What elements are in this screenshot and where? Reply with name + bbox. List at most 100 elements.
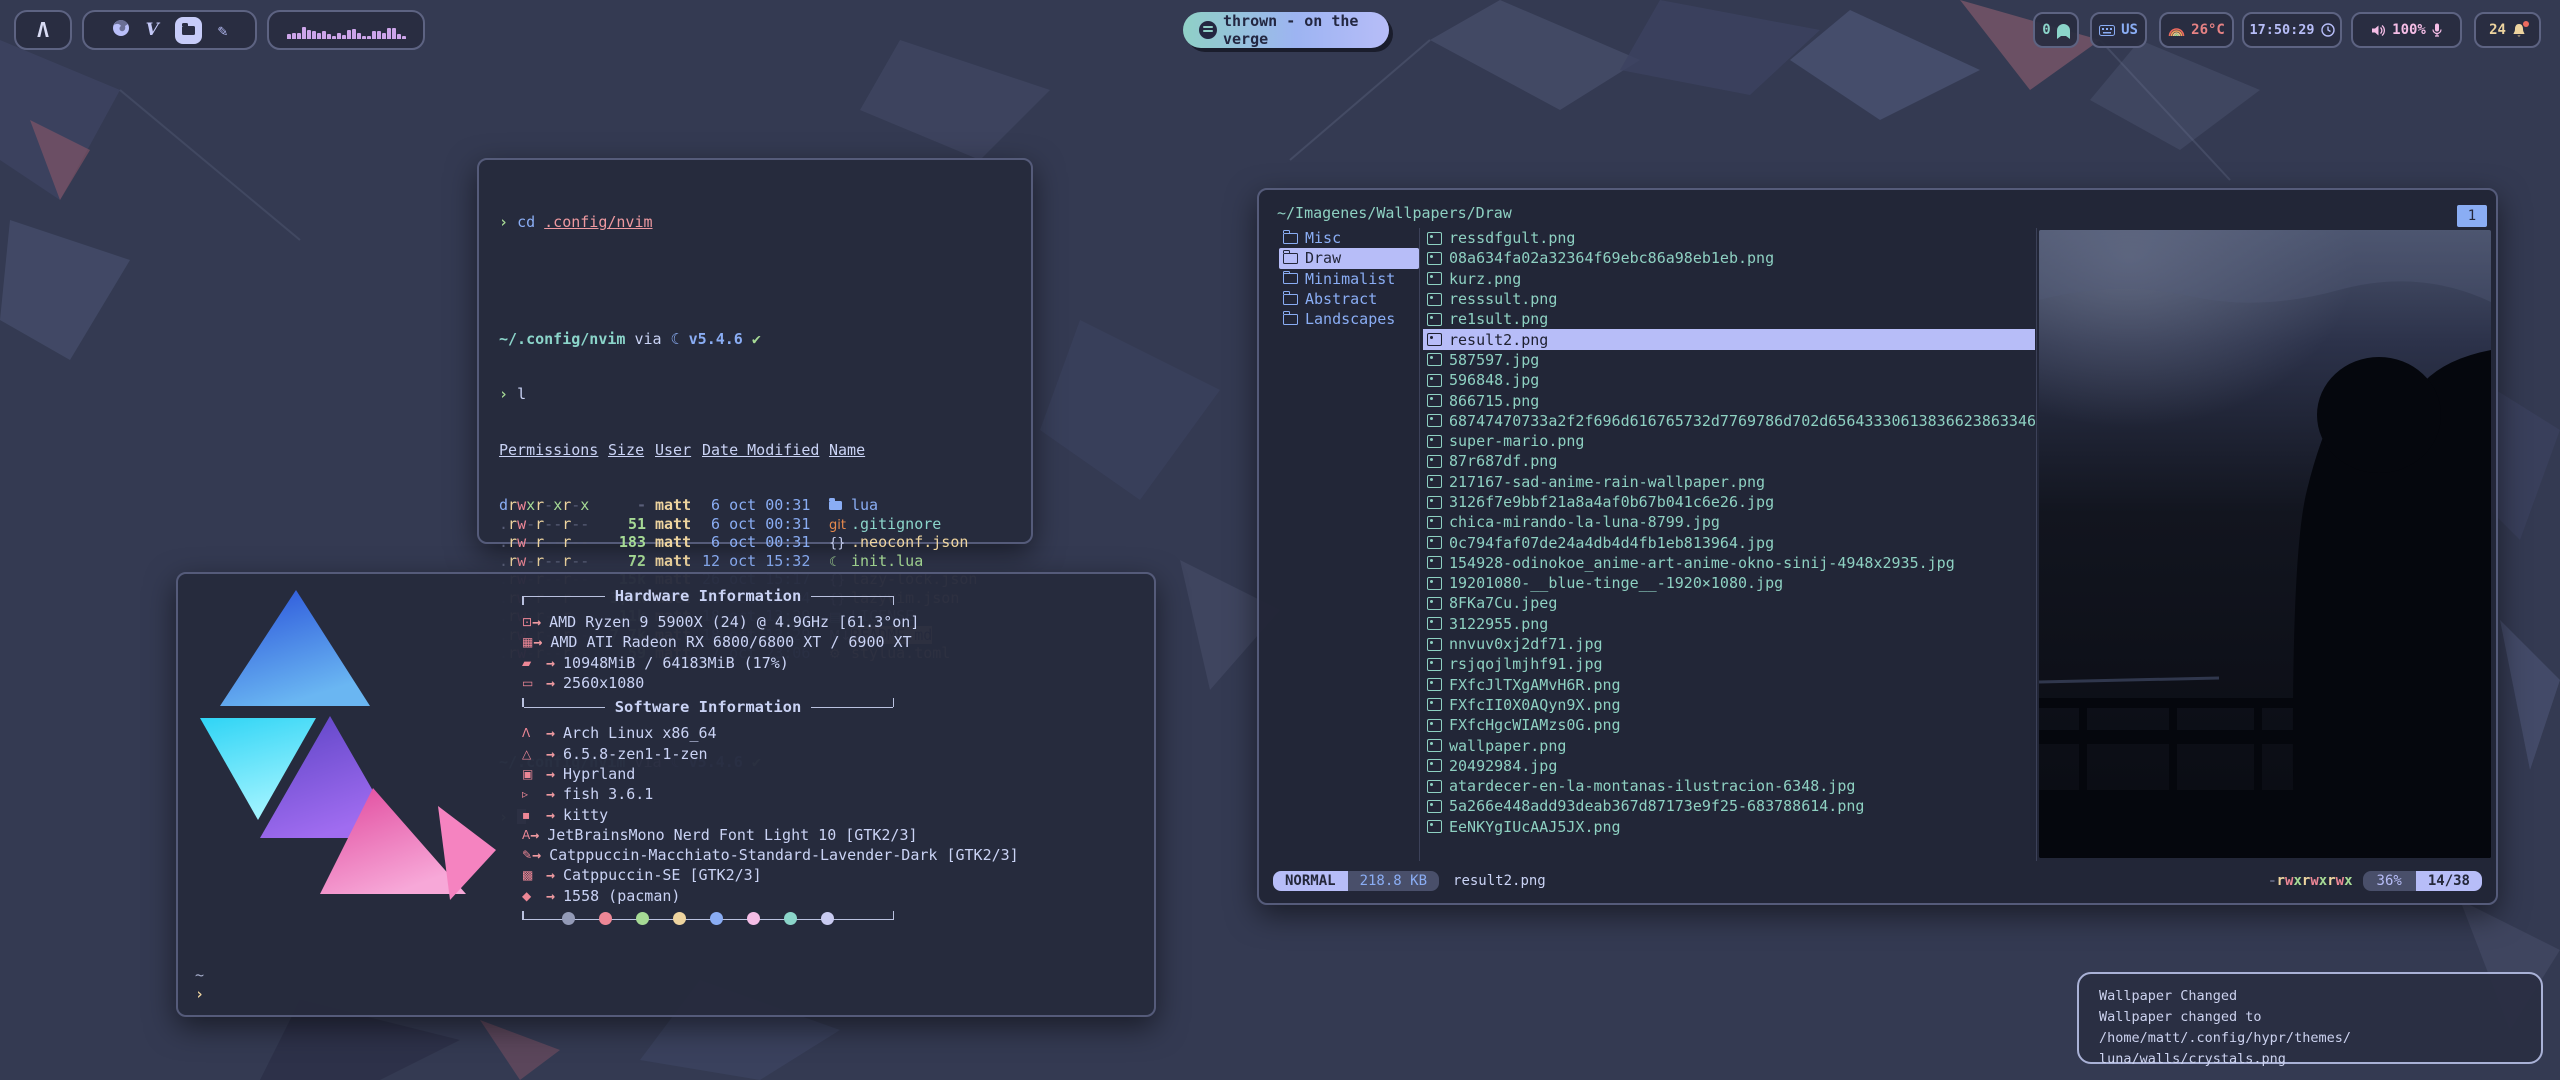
weather-widget[interactable]: 26°C xyxy=(2159,12,2234,48)
keyboard-layout-widget[interactable]: US xyxy=(2090,12,2147,48)
file-row[interactable]: ressdfgult.png xyxy=(1423,228,2035,248)
file-row[interactable]: 87r687df.png xyxy=(1423,451,2035,471)
file-row[interactable]: wallpaper.png xyxy=(1423,735,2035,755)
workspace-brush[interactable]: ✎ xyxy=(218,21,228,40)
app-launcher-button[interactable]: Λ xyxy=(14,10,72,50)
sidebar-item-minimalist[interactable]: Minimalist xyxy=(1279,269,1419,289)
palette-dot xyxy=(821,912,834,925)
file-row[interactable]: kurz.png xyxy=(1423,269,2035,289)
graph-bar xyxy=(342,35,346,39)
temperature-value: 26°C xyxy=(2191,22,2225,38)
image-file-icon xyxy=(1427,759,1442,772)
graph-bar xyxy=(292,33,296,39)
image-file-icon xyxy=(1427,638,1442,651)
clock-widget[interactable]: 17:50:29 xyxy=(2242,12,2342,48)
file-manager-window[interactable]: ~/Imagenes/Wallpapers/Draw 1 MiscDrawMin… xyxy=(1257,188,2498,905)
system-info-window[interactable]: Hardware Information ⊡→AMD Ryzen 9 5900X… xyxy=(176,572,1156,1017)
file-row[interactable]: 0c794faf07de24a4db4d4fb1eb813964.jpg xyxy=(1423,532,2035,552)
file-row[interactable]: FXfcII0X0AQyn9X.png xyxy=(1423,695,2035,715)
graph-bar xyxy=(322,31,326,39)
arrow-icon: → xyxy=(546,887,555,905)
file-row[interactable]: FXfcHgcWIAMzs0G.png xyxy=(1423,715,2035,735)
arrow-icon: → xyxy=(532,846,541,864)
graph-widget xyxy=(267,10,425,50)
file-row[interactable]: 3122955.png xyxy=(1423,614,2035,634)
graph-bar xyxy=(287,34,291,39)
file-row[interactable]: super-mario.png xyxy=(1423,431,2035,451)
arrow-icon: → xyxy=(532,613,541,631)
fetch-prompt[interactable]: ~ › xyxy=(195,966,204,1004)
file-row[interactable]: rsjqojlmjhf91.jpg xyxy=(1423,654,2035,674)
workspaces-widget: V ✎ xyxy=(82,10,257,50)
file-row[interactable]: resssult.png xyxy=(1423,289,2035,309)
sidebar-item-draw[interactable]: Draw xyxy=(1279,248,1419,268)
file-row[interactable]: re1sult.png xyxy=(1423,309,2035,329)
file-row[interactable]: 20492984.jpg xyxy=(1423,756,2035,776)
sidebar-item-abstract[interactable]: Abstract xyxy=(1279,289,1419,309)
terminal-window[interactable]: › cd .config/nvim ~/.config/nvim via ☾ v… xyxy=(477,158,1033,544)
notification-body-line: Wallpaper changed to /home/matt/.config/… xyxy=(2099,1007,2521,1049)
folder-icon xyxy=(182,26,195,35)
file-row[interactable]: 587597.jpg xyxy=(1423,350,2035,370)
file-row[interactable]: 3126f7e9bbf21a8a4af0b67b041c6e26.jpg xyxy=(1423,492,2035,512)
image-file-icon xyxy=(1427,719,1442,732)
image-file-icon xyxy=(1427,455,1442,468)
os-icon: Λ xyxy=(522,726,546,740)
bell-icon xyxy=(2512,23,2526,38)
file-row[interactable]: 8FKa7Cu.jpeg xyxy=(1423,593,2035,613)
fetch-info-row: △→6.5.8-zen1-1-zen xyxy=(522,743,894,763)
arrow-icon: → xyxy=(546,806,555,824)
volume-widget[interactable]: 100% xyxy=(2351,12,2462,48)
terminal-table-header: PermissionsSizeUserDate ModifiedName xyxy=(499,441,1011,460)
packages-icon: ◆ xyxy=(522,889,546,903)
now-playing-widget[interactable]: thrown - on the verge xyxy=(1183,12,1389,48)
file-row[interactable]: 19201080-__blue-tinge__-1920×1080.jpg xyxy=(1423,573,2035,593)
sidebar-item-misc[interactable]: Misc xyxy=(1279,228,1419,248)
image-file-icon xyxy=(1427,556,1442,569)
notification-toast[interactable]: Wallpaper Changed Wallpaper changed to /… xyxy=(2077,972,2543,1064)
notifications-widget[interactable]: 24 xyxy=(2474,12,2541,48)
file-row[interactable]: 596848.jpg xyxy=(1423,370,2035,390)
sidebar-item-landscapes[interactable]: Landscapes xyxy=(1279,309,1419,329)
image-file-icon xyxy=(1427,293,1442,306)
microphone-icon xyxy=(2432,23,2442,37)
graph-bar xyxy=(327,34,331,39)
image-file-icon xyxy=(1427,333,1442,346)
notifications-count: 24 xyxy=(2489,22,2506,38)
terminal-list-command: › l xyxy=(499,385,1011,404)
fetch-info-row: ▪→kitty xyxy=(522,804,894,824)
workspace-vim[interactable]: V xyxy=(146,20,159,40)
file-row[interactable]: 68747470733a2f2f696d616765732d7769786d70… xyxy=(1423,411,2035,431)
workspace-files-active[interactable] xyxy=(175,17,202,44)
graph-bar xyxy=(297,33,301,39)
file-row[interactable]: chica-mirando-la-luna-8799.jpg xyxy=(1423,512,2035,532)
tab-badge[interactable]: 1 xyxy=(2457,205,2487,227)
folder-icon xyxy=(1283,294,1298,305)
image-file-icon xyxy=(1427,597,1442,610)
file-row[interactable]: 154928-odinokoe_anime-art-anime-okno-sin… xyxy=(1423,553,2035,573)
fetch-info-row: ✎→Catppuccin-Macchiato-Standard-Lavender… xyxy=(522,845,894,865)
file-row[interactable]: FXfcJlTXgAMvH6R.png xyxy=(1423,675,2035,695)
file-row[interactable]: 5a266e448add93deab367d87173e9f25-6837886… xyxy=(1423,796,2035,816)
file-row[interactable]: atardecer-en-la-montanas-ilustracion-634… xyxy=(1423,776,2035,796)
graph-bar xyxy=(392,28,396,39)
arrow-icon: → xyxy=(546,785,555,803)
palette-dot xyxy=(784,912,797,925)
file-row[interactable]: EeNKYgIUcAAJ5JX.png xyxy=(1423,817,2035,837)
file-row[interactable]: 866715.png xyxy=(1423,390,2035,410)
file-row[interactable]: nnvuv0xj2df71.jpg xyxy=(1423,634,2035,654)
fetch-info-row: ▹→fish 3.6.1 xyxy=(522,784,894,804)
updates-widget[interactable]: 0 xyxy=(2033,12,2079,48)
file-row[interactable]: 08a634fa02a32364f69ebc86a98eb1eb.png xyxy=(1423,248,2035,268)
speaker-icon xyxy=(2371,24,2386,37)
image-file-icon xyxy=(1427,232,1442,245)
fetch-info-box: Hardware Information ⊡→AMD Ryzen 9 5900X… xyxy=(522,586,894,930)
file-size: 218.8 KB xyxy=(1348,871,1439,891)
file-row[interactable]: result2.png xyxy=(1423,329,2035,349)
palette-dot xyxy=(710,912,723,925)
workspace-firefox[interactable] xyxy=(112,19,130,41)
file-row[interactable]: 217167-sad-anime-rain-wallpaper.png xyxy=(1423,472,2035,492)
graph-bar xyxy=(382,33,386,39)
palette-row xyxy=(562,912,834,925)
fetch-info-row: A→JetBrainsMono Nerd Font Light 10 [GTK2… xyxy=(522,825,894,845)
